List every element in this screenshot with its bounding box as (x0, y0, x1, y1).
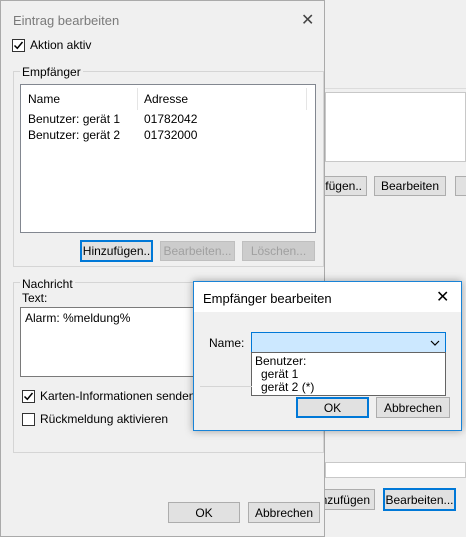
feedback-label: Rückmeldung aktivieren (40, 412, 169, 426)
dropdown-option[interactable]: gerät 2 (*) (261, 380, 314, 394)
column-header-name[interactable]: Name (28, 92, 60, 106)
close-icon[interactable]: ✕ (436, 287, 449, 307)
bg-add-button[interactable]: fügen.. (318, 176, 367, 196)
edit-recipient-button[interactable]: Bearbeiten... (160, 241, 235, 261)
sub-cancel-button[interactable]: Abbrechen (376, 397, 450, 418)
dropdown-option[interactable]: gerät 1 (261, 367, 298, 381)
recipients-list[interactable]: Name Adresse Benutzer: gerät 1 01782042 … (20, 84, 316, 233)
ok-button[interactable]: OK (168, 502, 240, 523)
name-dropdown-list: Benutzer: gerät 1 gerät 2 (*) (251, 352, 446, 396)
action-active-label: Aktion aktiv (30, 38, 92, 52)
row-address: 01732000 (144, 128, 198, 142)
edit-entry-dialog: Eintrag bearbeiten ✕ Aktion aktiv Empfän… (0, 0, 325, 537)
sub-dialog-title: Empfänger bearbeiten (203, 291, 332, 306)
recipients-group-label: Empfänger (20, 65, 83, 79)
sub-ok-button[interactable]: OK (296, 397, 369, 418)
chevron-down-icon[interactable] (430, 339, 440, 347)
bg-add-button-bottom[interactable]: nzufügen (318, 489, 375, 510)
row-name: Benutzer: gerät 1 (28, 112, 121, 126)
cancel-button[interactable]: Abbrechen (248, 502, 320, 523)
row-name: Benutzer: gerät 2 (28, 128, 121, 142)
dropdown-group-label: Benutzer: (255, 354, 307, 368)
text-label: Text: (22, 291, 48, 305)
bg-edit-button-bottom[interactable]: Bearbeiten... (383, 488, 456, 511)
add-recipient-button[interactable]: Hinzufügen.. (80, 240, 153, 262)
row-address: 01782042 (144, 112, 198, 126)
close-icon[interactable]: ✕ (301, 10, 314, 30)
feedback-checkbox[interactable] (22, 413, 35, 426)
column-header-address[interactable]: Adresse (144, 92, 188, 106)
bg-list (325, 92, 466, 162)
send-map-info-checkbox[interactable] (22, 390, 35, 403)
column-divider[interactable] (306, 88, 307, 110)
bg-divider (325, 88, 466, 89)
checkmark-icon (23, 392, 34, 401)
checkmark-icon (13, 41, 24, 50)
delete-recipient-button[interactable]: Löschen... (242, 241, 315, 261)
edit-recipient-dialog: Empfänger bearbeiten ✕ Name: Benutzer: g… (193, 281, 462, 431)
sub-divider (200, 386, 252, 387)
action-active-checkbox[interactable] (12, 39, 25, 52)
bg-edit-button[interactable]: Bearbeiten (374, 176, 446, 196)
table-row[interactable]: Benutzer: gerät 2 01732000 (21, 127, 315, 143)
name-combobox[interactable] (251, 332, 446, 353)
dialog-title: Eintrag bearbeiten (13, 13, 120, 28)
table-row[interactable]: Benutzer: gerät 1 01782042 (21, 111, 315, 127)
sub-dialog-titlebar: Empfänger bearbeiten ✕ (194, 282, 461, 312)
message-group-label: Nachricht (20, 277, 75, 291)
name-label: Name: (209, 336, 245, 350)
bg-field (325, 462, 466, 478)
send-map-info-label: Karten-Informationen senden (40, 389, 196, 403)
column-divider[interactable] (137, 88, 138, 110)
bg-more-button[interactable] (455, 176, 466, 196)
